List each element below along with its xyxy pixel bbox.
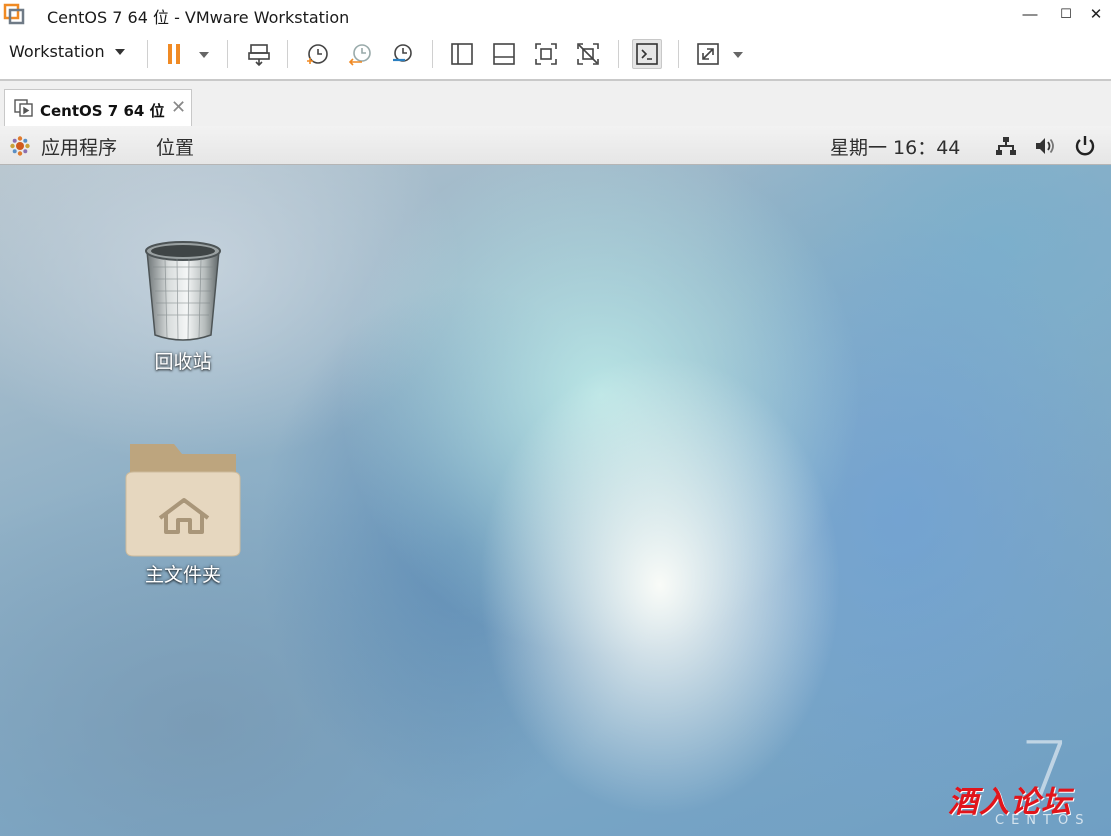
forum-watermark: 酒入论坛	[948, 785, 1072, 820]
console-view-button[interactable]	[632, 39, 662, 69]
vmware-logo-icon	[3, 3, 25, 25]
minimize-button[interactable]: —	[1016, 0, 1044, 28]
home-folder-label: 主文件夹	[144, 564, 221, 586]
vm-tab-icon	[14, 99, 33, 117]
applications-menu[interactable]: 应用程序	[41, 133, 117, 160]
tab-label: CentOS 7 64 位	[40, 102, 165, 120]
stretch-guest-icon	[697, 43, 719, 65]
thumbnail-bar-button[interactable]	[489, 39, 519, 69]
send-ctrl-alt-del-button[interactable]	[244, 39, 274, 69]
desktop-icon-trash[interactable]: 回收站	[133, 237, 233, 374]
volume-icon[interactable]	[1033, 134, 1057, 158]
stretch-options-chevron-icon[interactable]	[733, 52, 743, 58]
send-ctrl-alt-del-icon	[248, 44, 270, 67]
panel-clock[interactable]: 星期一 16：44	[830, 133, 960, 160]
toolbar-divider	[287, 40, 288, 68]
main-toolbar: Workstation	[0, 28, 1111, 80]
desktop-icon-home-folder[interactable]: 主文件夹	[120, 440, 246, 587]
desktop[interactable]: 回收站 主文件夹 7 CENTOS 酒入论坛	[0, 165, 1111, 836]
tab-centos-vm[interactable]: CentOS 7 64 位 ✕	[4, 89, 192, 126]
show-library-icon	[451, 43, 473, 65]
places-menu[interactable]: 位置	[156, 133, 194, 160]
toolbar-divider	[147, 40, 148, 68]
full-screen-button[interactable]	[531, 39, 561, 69]
vm-tab-strip: CentOS 7 64 位 ✕	[0, 81, 1111, 126]
thumbnail-bar-icon	[493, 43, 515, 65]
workstation-menu-label: Workstation	[9, 42, 105, 61]
tab-close-icon[interactable]: ✕	[171, 97, 186, 118]
pause-button[interactable]	[160, 39, 190, 69]
close-button[interactable]: ✕	[1082, 0, 1110, 28]
home-folder-icon	[125, 444, 241, 557]
take-snapshot-button[interactable]	[302, 39, 332, 69]
toolbar-divider	[432, 40, 433, 68]
network-icon[interactable]	[994, 134, 1018, 158]
window-title: CentOS 7 64 位 - VMware Workstation	[47, 8, 350, 27]
snapshot-manager-icon	[393, 44, 412, 62]
pause-icon	[168, 44, 180, 64]
console-view-icon	[636, 43, 658, 65]
snapshot-take-icon	[307, 44, 328, 64]
chevron-down-icon	[114, 48, 125, 55]
full-screen-icon	[535, 43, 557, 65]
toolbar-divider	[227, 40, 228, 68]
maximize-button[interactable]: ☐	[1052, 0, 1080, 28]
snapshot-manager-button[interactable]	[387, 39, 417, 69]
toolbar-divider	[678, 40, 679, 68]
workstation-menu-button[interactable]: Workstation	[9, 42, 125, 61]
trash-label: 回收站	[154, 351, 212, 373]
window-title-bar: CentOS 7 64 位 - VMware Workstation — ☐ ✕	[0, 0, 1111, 28]
show-library-button[interactable]	[447, 39, 477, 69]
pause-options-chevron-icon[interactable]	[199, 52, 209, 58]
toolbar-divider	[618, 40, 619, 68]
applications-menu-icon	[10, 136, 30, 156]
snapshot-revert-icon	[348, 44, 371, 66]
unity-icon	[577, 43, 599, 65]
trash-icon	[145, 241, 221, 341]
revert-snapshot-button[interactable]	[345, 39, 375, 69]
gnome-top-panel: 应用程序 位置 星期一 16：44	[0, 126, 1111, 165]
power-icon[interactable]	[1073, 134, 1097, 158]
unity-button[interactable]	[573, 39, 603, 69]
stretch-guest-button[interactable]	[693, 39, 723, 69]
